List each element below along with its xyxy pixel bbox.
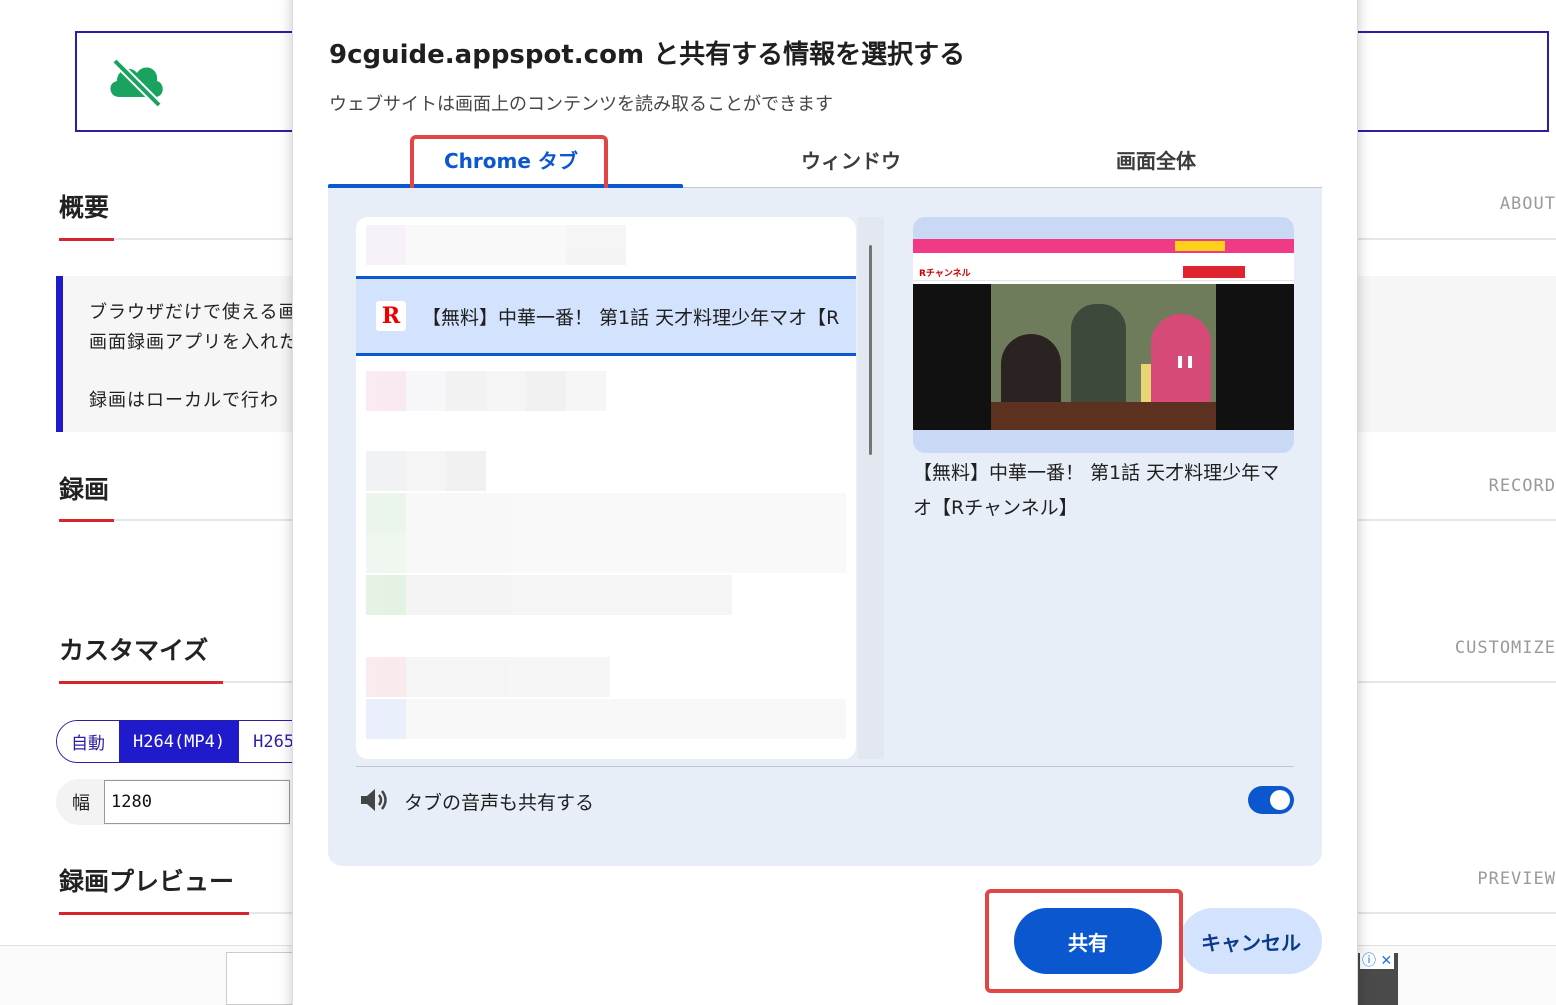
ad-slot[interactable] (226, 952, 296, 1005)
section-title-about: 概要 (59, 193, 110, 222)
tab-window[interactable]: ウィンドウ (801, 145, 901, 174)
side-label-record: RECORD (1488, 476, 1556, 496)
list-item[interactable] (366, 699, 846, 739)
scrollbar[interactable] (858, 217, 884, 759)
preview-screenshot: Rチャンネル ❚❚ (913, 239, 1294, 430)
codec-h264-button[interactable]: H264(MP4) (119, 721, 240, 762)
preview-banner (913, 239, 1294, 253)
preview-table (991, 402, 1216, 430)
width-input[interactable]: 1280 (104, 780, 290, 824)
preview-button (1183, 266, 1245, 278)
list-item[interactable] (366, 533, 846, 573)
share-highlight-annotation (985, 889, 1183, 993)
list-item[interactable] (366, 371, 606, 411)
preview-logo: Rチャンネル (919, 269, 971, 279)
list-item[interactable] (366, 493, 846, 533)
overview-text: 画面録画アプリを入れた (89, 332, 298, 353)
section-underline (59, 519, 114, 522)
list-item[interactable] (366, 657, 610, 697)
tab-list: R 【無料】中華一番！ 第1話 天才料理少年マオ【R (356, 217, 856, 759)
width-label: 幅 (72, 793, 90, 814)
share-audio-toggle[interactable] (1248, 786, 1294, 814)
list-item[interactable] (366, 451, 486, 491)
section-underline (59, 238, 114, 241)
section-title-record: 録画 (59, 475, 110, 504)
width-row: 幅 1280 (56, 779, 290, 825)
preview-video: ❚❚ (913, 284, 1294, 430)
preview-caption: 【無料】中華一番！ 第1話 天才料理少年マオ【Rチャンネル】 (913, 462, 1280, 519)
toggle-knob (1270, 790, 1290, 810)
section-title-preview: 録画プレビュー (59, 867, 235, 896)
dialog-subtitle: ウェブサイトは画面上のコンテンツを読み取ることができます (329, 94, 833, 115)
tab-entire-screen[interactable]: 画面全体 (1116, 145, 1196, 174)
preview-video-scene: ❚❚ (991, 284, 1216, 430)
tab-preview: Rチャンネル ❚❚ (913, 217, 1294, 453)
share-audio-label: タブの音声も共有する (404, 792, 595, 814)
side-label-about: ABOUT (1499, 194, 1556, 214)
overview-text: ブラウザだけで使える画 (89, 302, 298, 323)
pause-icon: ❚❚ (1175, 354, 1196, 368)
section-underline (59, 681, 223, 684)
cancel-button[interactable]: キャンセル (1180, 908, 1322, 974)
tab-picker-panel: R 【無料】中華一番！ 第1話 天才料理少年マオ【R Rチャンネル ❚❚ 【無料… (328, 188, 1322, 866)
share-dialog: 9cguide.appspot.com と共有する情報を選択する ウェブサイトは… (293, 0, 1357, 1005)
section-underline (59, 912, 249, 915)
side-label-preview: PREVIEW (1477, 869, 1556, 889)
divider (356, 766, 1294, 767)
tab-favicon-icon: R (376, 301, 406, 331)
list-item-selected[interactable]: R 【無料】中華一番！ 第1話 天才料理少年マオ【R (356, 276, 856, 356)
cloud-off-icon (110, 58, 163, 108)
codec-auto-button[interactable]: 自動 (57, 721, 119, 762)
preview-banner-badge (1175, 241, 1225, 251)
codec-selector: 自動 H264(MP4) H265 (56, 720, 310, 763)
side-label-customize: CUSTOMIZE (1454, 638, 1556, 658)
list-item-label: 【無料】中華一番！ 第1話 天才料理少年マオ【R (422, 306, 840, 329)
list-item[interactable] (366, 575, 732, 615)
section-title-customize: カスタマイズ (59, 636, 209, 665)
list-item[interactable] (366, 225, 626, 265)
page: 概要 ABOUT ブラウザだけで使える画 画面録画アプリを入れた 録画はローカル… (0, 0, 1556, 1005)
scrollbar-thumb[interactable] (869, 245, 872, 455)
ad-info-close-icon[interactable]: ⓘ ✕ (1360, 953, 1395, 969)
overview-text: 録画はローカルで行わ (89, 390, 279, 411)
speaker-icon (361, 789, 387, 811)
dialog-title: 9cguide.appspot.com と共有する情報を選択する (329, 40, 966, 70)
